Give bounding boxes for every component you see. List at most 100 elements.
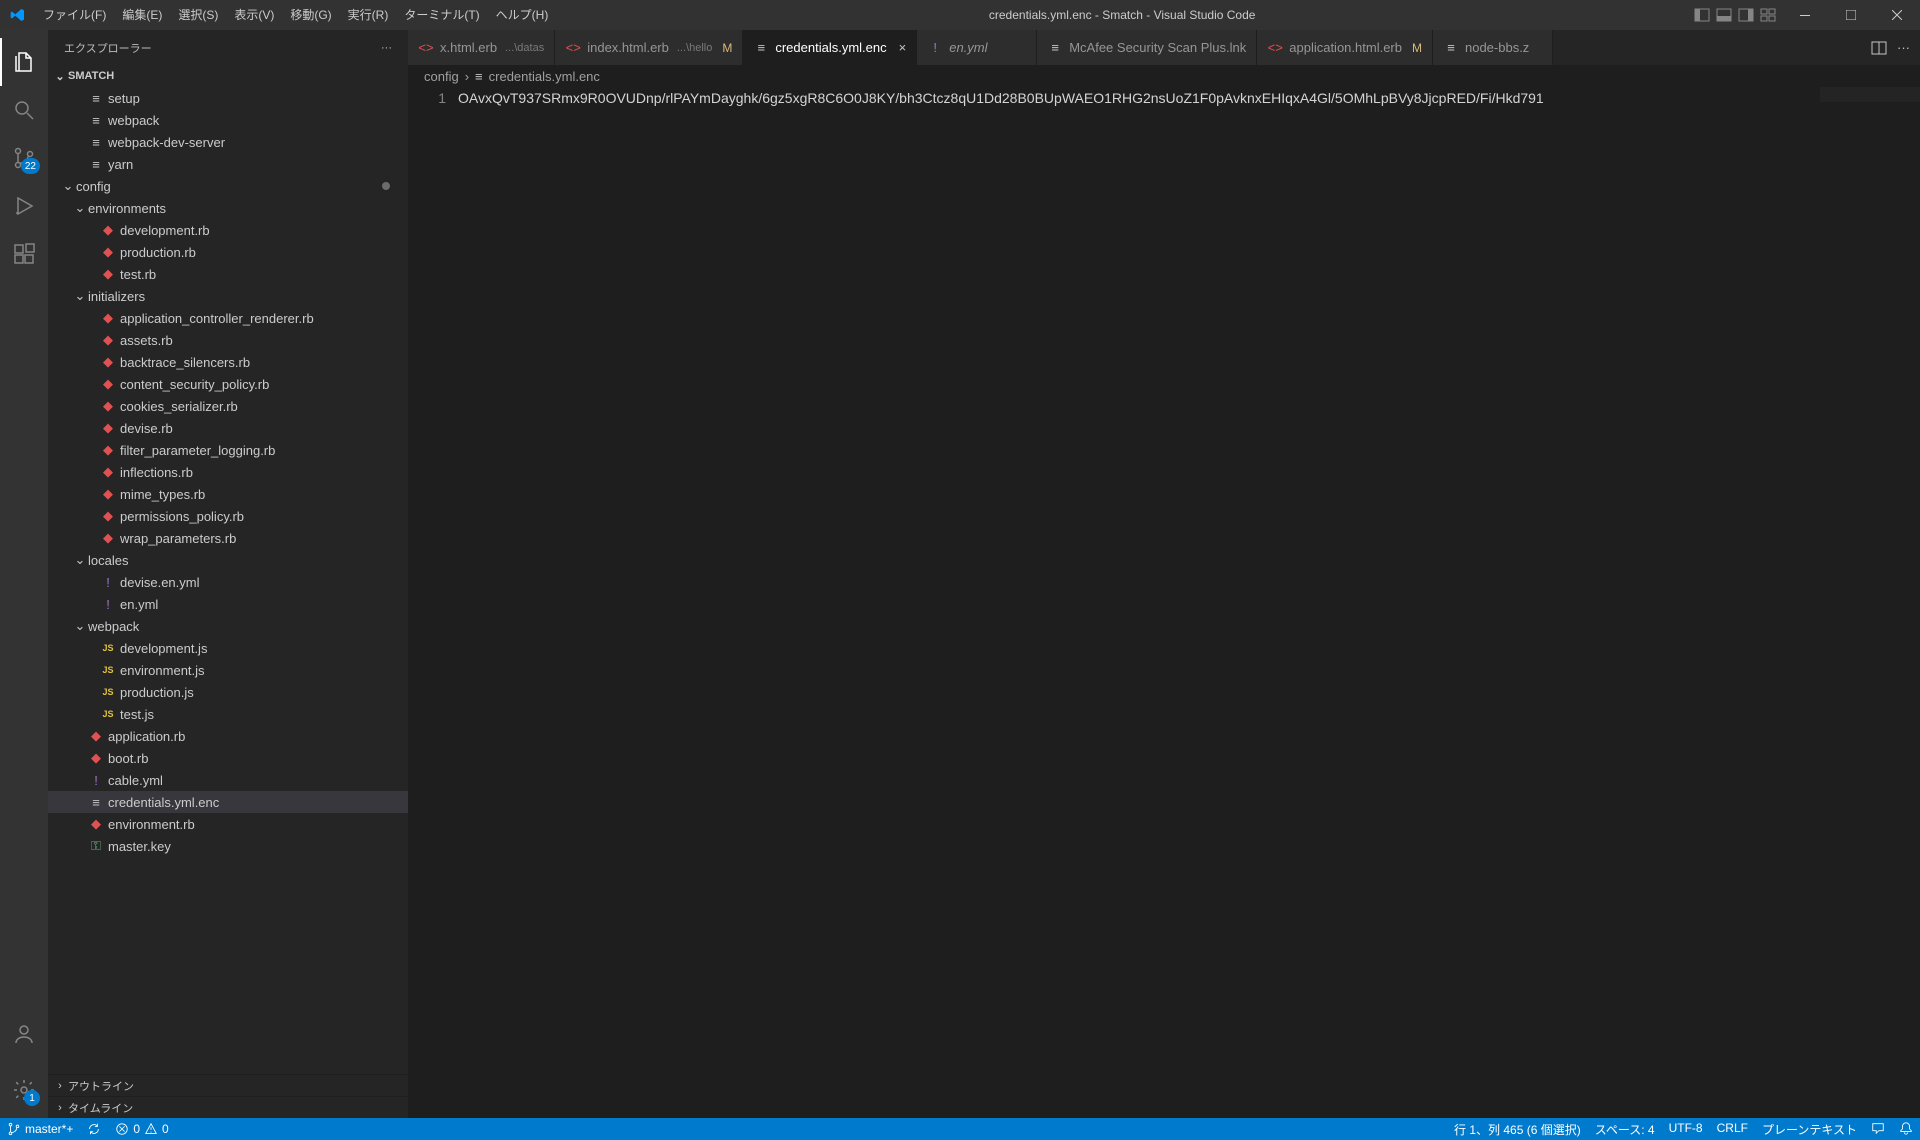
tree-file[interactable]: ◆application_controller_renderer.rb bbox=[48, 307, 408, 329]
editor-tab[interactable]: <>index.html.erb...\helloM bbox=[555, 30, 743, 65]
menu-go[interactable]: 移動(G) bbox=[282, 0, 339, 30]
tree-folder[interactable]: ⌄initializers bbox=[48, 285, 408, 307]
tree-file[interactable]: ≡webpack bbox=[48, 109, 408, 131]
generic-file-icon: ≡ bbox=[88, 113, 104, 128]
toggle-panel-icon[interactable] bbox=[1716, 7, 1732, 23]
ruby-file-icon: ◆ bbox=[100, 486, 116, 502]
minimap[interactable] bbox=[1820, 87, 1920, 102]
tree-file[interactable]: ◆content_security_policy.rb bbox=[48, 373, 408, 395]
close-button[interactable] bbox=[1874, 0, 1920, 30]
breadcrumb-seg[interactable]: config bbox=[424, 69, 459, 84]
tree-folder[interactable]: ⌄environments bbox=[48, 197, 408, 219]
file-tree[interactable]: ≡setup≡webpack≡webpack-dev-server≡yarn⌄c… bbox=[48, 87, 408, 1074]
tree-item-label: application_controller_renderer.rb bbox=[120, 311, 314, 326]
activity-explorer[interactable] bbox=[0, 38, 48, 86]
generic-file-icon: ≡ bbox=[88, 135, 104, 150]
sidebar-project-header[interactable]: ⌄ SMATCH bbox=[48, 65, 408, 87]
menu-selection[interactable]: 選択(S) bbox=[170, 0, 226, 30]
tree-file[interactable]: JSenvironment.js bbox=[48, 659, 408, 681]
maximize-button[interactable] bbox=[1828, 0, 1874, 30]
tree-file[interactable]: ◆permissions_policy.rb bbox=[48, 505, 408, 527]
tree-file[interactable]: ◆development.rb bbox=[48, 219, 408, 241]
generic-file-icon: ≡ bbox=[1443, 40, 1459, 55]
menu-file[interactable]: ファイル(F) bbox=[35, 0, 114, 30]
tree-file[interactable]: ◆environment.rb bbox=[48, 813, 408, 835]
activity-account[interactable] bbox=[0, 1010, 48, 1058]
status-encoding[interactable]: UTF-8 bbox=[1662, 1121, 1710, 1135]
breadcrumb-seg[interactable]: credentials.yml.enc bbox=[489, 69, 600, 84]
menu-edit[interactable]: 編集(E) bbox=[114, 0, 170, 30]
menu-view[interactable]: 表示(V) bbox=[226, 0, 282, 30]
more-actions-icon[interactable]: ··· bbox=[1897, 40, 1910, 55]
status-problems[interactable]: 0 0 bbox=[108, 1122, 175, 1136]
tree-file[interactable]: ◆inflections.rb bbox=[48, 461, 408, 483]
tree-item-label: test.rb bbox=[120, 267, 156, 282]
activity-run[interactable] bbox=[0, 182, 48, 230]
tree-file[interactable]: ⚿master.key bbox=[48, 835, 408, 857]
activity-search[interactable] bbox=[0, 86, 48, 134]
tree-folder[interactable]: ⌄webpack bbox=[48, 615, 408, 637]
tree-file[interactable]: !en.yml bbox=[48, 593, 408, 615]
timeline-section[interactable]: › タイムライン bbox=[48, 1096, 408, 1118]
line-number-gutter: 1 bbox=[408, 87, 458, 1118]
editor-tab[interactable]: ≡node-bbs.z bbox=[1433, 30, 1553, 65]
status-bell-icon[interactable] bbox=[1892, 1121, 1920, 1135]
tab-close-icon[interactable]: × bbox=[899, 40, 907, 55]
activity-settings[interactable]: 1 bbox=[0, 1066, 48, 1114]
branch-label: master*+ bbox=[25, 1122, 73, 1136]
activity-extensions[interactable] bbox=[0, 230, 48, 278]
tree-file[interactable]: ≡credentials.yml.enc bbox=[48, 791, 408, 813]
minimize-button[interactable] bbox=[1782, 0, 1828, 30]
customize-layout-icon[interactable] bbox=[1760, 7, 1776, 23]
activity-scm[interactable]: 22 bbox=[0, 134, 48, 182]
js-file-icon: JS bbox=[100, 687, 116, 697]
tree-file[interactable]: JSdevelopment.js bbox=[48, 637, 408, 659]
status-eol[interactable]: CRLF bbox=[1710, 1121, 1755, 1135]
tree-file[interactable]: ◆assets.rb bbox=[48, 329, 408, 351]
key-file-icon: ⚿ bbox=[88, 838, 104, 854]
tree-file[interactable]: ◆production.rb bbox=[48, 241, 408, 263]
status-cursor[interactable]: 行 1、列 465 (6 個選択) bbox=[1447, 1121, 1588, 1138]
toggle-primary-sidebar-icon[interactable] bbox=[1694, 7, 1710, 23]
status-sync[interactable] bbox=[80, 1122, 108, 1136]
tree-file[interactable]: ◆mime_types.rb bbox=[48, 483, 408, 505]
tree-file[interactable]: ◆wrap_parameters.rb bbox=[48, 527, 408, 549]
code-editor[interactable]: 1 OAvxQvT937SRmx9R0OVUDnp/rlPAYmDayghk/6… bbox=[408, 87, 1920, 1118]
editor-tab[interactable]: ≡credentials.yml.enc× bbox=[743, 30, 917, 65]
menu-run[interactable]: 実行(R) bbox=[340, 0, 397, 30]
tree-file[interactable]: JSproduction.js bbox=[48, 681, 408, 703]
status-spaces[interactable]: スペース: 4 bbox=[1588, 1121, 1662, 1138]
tree-file[interactable]: ≡yarn bbox=[48, 153, 408, 175]
editor-tab[interactable]: !en.yml bbox=[917, 30, 1037, 65]
status-feedback-icon[interactable] bbox=[1864, 1121, 1892, 1135]
split-editor-icon[interactable] bbox=[1871, 40, 1887, 56]
tree-folder[interactable]: ⌄config bbox=[48, 175, 408, 197]
toggle-secondary-sidebar-icon[interactable] bbox=[1738, 7, 1754, 23]
code-content[interactable]: OAvxQvT937SRmx9R0OVUDnp/rlPAYmDayghk/6gz… bbox=[458, 87, 1920, 1118]
tree-item-label: environment.js bbox=[120, 663, 205, 678]
editor-tab[interactable]: ≡McAfee Security Scan Plus.lnk bbox=[1037, 30, 1257, 65]
window-title: credentials.yml.enc - Smatch - Visual St… bbox=[556, 8, 1688, 22]
editor-tab[interactable]: <>application.html.erbM bbox=[1257, 30, 1433, 65]
tree-file[interactable]: JStest.js bbox=[48, 703, 408, 725]
tree-file[interactable]: ◆application.rb bbox=[48, 725, 408, 747]
menu-help[interactable]: ヘルプ(H) bbox=[488, 0, 557, 30]
tree-file[interactable]: ◆boot.rb bbox=[48, 747, 408, 769]
breadcrumb[interactable]: config ≡ credentials.yml.enc bbox=[408, 65, 1920, 87]
tree-file[interactable]: ◆devise.rb bbox=[48, 417, 408, 439]
tree-file[interactable]: ≡setup bbox=[48, 87, 408, 109]
tree-file[interactable]: ◆test.rb bbox=[48, 263, 408, 285]
tree-file[interactable]: ≡webpack-dev-server bbox=[48, 131, 408, 153]
tree-file[interactable]: ◆cookies_serializer.rb bbox=[48, 395, 408, 417]
outline-section[interactable]: › アウトライン bbox=[48, 1074, 408, 1096]
tree-file[interactable]: ◆backtrace_silencers.rb bbox=[48, 351, 408, 373]
tree-folder[interactable]: ⌄locales bbox=[48, 549, 408, 571]
status-branch[interactable]: master*+ bbox=[0, 1122, 80, 1136]
tree-file[interactable]: ◆filter_parameter_logging.rb bbox=[48, 439, 408, 461]
status-language[interactable]: プレーンテキスト bbox=[1755, 1121, 1864, 1138]
sidebar-more-icon[interactable]: ··· bbox=[381, 42, 392, 54]
tree-file[interactable]: !devise.en.yml bbox=[48, 571, 408, 593]
editor-tab[interactable]: <>x.html.erb...\datas bbox=[408, 30, 555, 65]
menu-terminal[interactable]: ターミナル(T) bbox=[396, 0, 487, 30]
tree-file[interactable]: !cable.yml bbox=[48, 769, 408, 791]
